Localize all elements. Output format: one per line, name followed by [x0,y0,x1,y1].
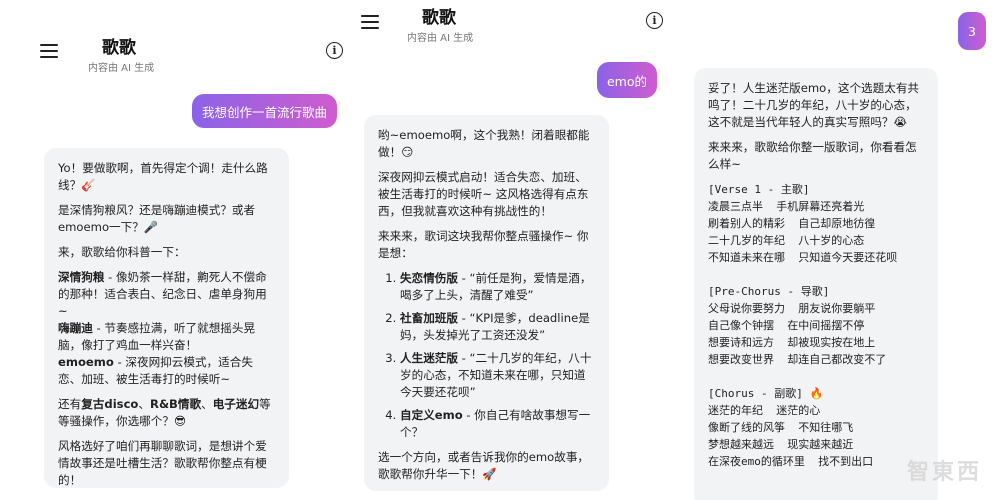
user-message-bubble: 我想创作一首流行歌曲 [192,94,337,128]
option-item: 人生迷茫版 - “二十几岁的年纪，八十岁的心态，不知道未来在哪，只知道今天要还花… [400,350,595,401]
menu-icon[interactable] [40,44,58,58]
reply-paragraph: 选一个方向，或者告诉我你的emo故事，歌歌帮你升华一下！🚀 [378,450,590,481]
lyrics-line: 刷着别人的精彩 自己却原地彷徨 [708,217,876,230]
reply-paragraph: 妥了！人生迷茫版emo，这个选题太有共鸣了！二十几岁的年纪，八十岁的心态，这不就… [708,81,920,129]
reply-paragraph: 来来来，歌词这块我帮你整点骚操作~ 你是想： [378,229,589,260]
ai-reply-bubble: 妥了！人生迷茫版emo，这个选题太有共鸣了！二十几岁的年纪，八十岁的心态，这不就… [694,68,938,500]
page-title: 歌歌 [422,8,456,28]
lyrics-spacer [708,368,924,385]
lyrics-line: 像断了线的风筝 不知往哪飞 [708,421,854,434]
lyrics-block: [Verse 1 - 主歌] 凌晨三点半 手机屏幕还亮着光 刷着别人的精彩 自己却原… [708,181,924,470]
lyrics-line: 想要改变世界 却连自己都改变不了 [708,353,887,366]
reply-paragraph: Yo！要做歌啊，首先得定个调！走什么路线？🎸 [58,161,268,192]
ai-reply-bubble: Yo！要做歌啊，首先得定个调！走什么路线？🎸 是深情狗粮风？还是嗨蹦迪模式？或者… [44,148,289,488]
lyrics-line: [Verse 1 - 主歌] [708,183,810,196]
lyrics-line: 自己像个钟摆 在中间摇摆不停 [708,319,865,332]
reply-paragraph: 深夜网抑云模式启动！适合失恋、加班、被生活毒打的时候听~ 这风格选得有点东西，但… [378,170,589,218]
info-icon[interactable]: i [646,12,663,29]
option-list: 失恋情伤版 - “前任是狗，爱情是酒，喝多了上头，清醒了难受” 社畜加班版 - … [378,270,595,441]
reply-paragraph: 风格选好了咱们再聊聊歌词，是想讲个爱情故事还是吐槽生活？歌歌帮你整点有梗的！ [58,439,267,487]
info-icon[interactable]: i [326,42,343,59]
watermark-logo: 智東西 [906,460,982,485]
lyrics-line: 迷茫的年纪 迷茫的心 [708,404,821,417]
lyrics-line: 梦想越来越远 现实越来越近 [708,438,854,451]
option-item: 自定义emo - 你自己有啥故事想写一个？ [400,407,595,441]
reply-paragraph: 来来来，歌歌给你整一版歌词，你看看怎么样~ [708,140,917,171]
page-title: 歌歌 [102,38,136,58]
menu-icon[interactable] [361,15,379,29]
lyrics-line: 父母说你要努力 朋友说你要躺平 [708,302,876,315]
chat-panel-3: 3 妥了！人生迷茫版emo，这个选题太有共鸣了！二十几岁的年纪，八十岁的心态，这… [680,0,1000,500]
lyrics-line: [Pre-Chorus - 导歌] [708,285,830,298]
lyrics-line: 不知道未来在哪 只知道今天要还花呗 [708,251,898,264]
user-message-text: 3 [968,23,976,39]
ai-disclaimer: 内容由 AI 生成 [88,63,155,74]
reply-paragraph: 是深情狗粮风？还是嗨蹦迪模式？或者emoemo一下？🎤 [58,203,256,234]
chat-panel-2: 歌歌 内容由 AI 生成 i emo的 哟~emoemo啊，这个我熟！闭着眼都能… [350,0,690,500]
user-message-text: 我想创作一首流行歌曲 [201,104,327,120]
user-message-text: emo的 [606,73,647,89]
lyrics-spacer [708,266,924,283]
lyrics-line: 想要诗和远方 却被现实按在地上 [708,336,876,349]
reply-paragraph: 来，歌歌给你科普一下： [58,245,186,259]
style-item: 深情狗粮 - 像奶茶一样甜，齁死人不偿命的那种！适合表白、纪念日、虐单身狗用~ [58,270,267,318]
style-item: 嗨蹦迪 - 节奏感拉满，听了就想摇头晃脑，像打了鸡血一样兴奋！ [58,321,256,352]
reply-paragraph: 哟~emoemo啊，这个我熟！闭着眼都能做！😏 [378,128,590,159]
lyrics-line: 二十几岁的年纪 八十岁的心态 [708,234,865,247]
ai-disclaimer: 内容由 AI 生成 [407,33,474,44]
style-item: emoemo - 深夜网抑云模式，适合失恋、加班、被生活毒打的时候听~ [58,355,253,386]
option-item: 社畜加班版 - “KPI是爹，deadline是妈，头发掉光了工资还没发” [400,310,595,344]
lyrics-line: 在深夜emo的循环里 找不到出口 [708,455,874,468]
user-message-bubble: 3 [958,12,986,50]
lyrics-line: 凌晨三点半 手机屏幕还亮着光 [708,200,865,213]
lyrics-line: [Chorus - 副歌] 🔥 [708,387,824,400]
reply-paragraph: 还有复古disco、R&B情歌、电子迷幻等等骚操作，你选哪个？😎 [58,397,271,428]
user-message-bubble: emo的 [597,62,657,98]
option-item: 失恋情伤版 - “前任是狗，爱情是酒，喝多了上头，清醒了难受” [400,270,595,304]
ai-reply-bubble: 哟~emoemo啊，这个我熟！闭着眼都能做！😏 深夜网抑云模式启动！适合失恋、加… [364,115,609,491]
chat-panel-1: 歌歌 内容由 AI 生成 i 我想创作一首流行歌曲 Yo！要做歌啊，首先得定个调… [0,0,360,500]
